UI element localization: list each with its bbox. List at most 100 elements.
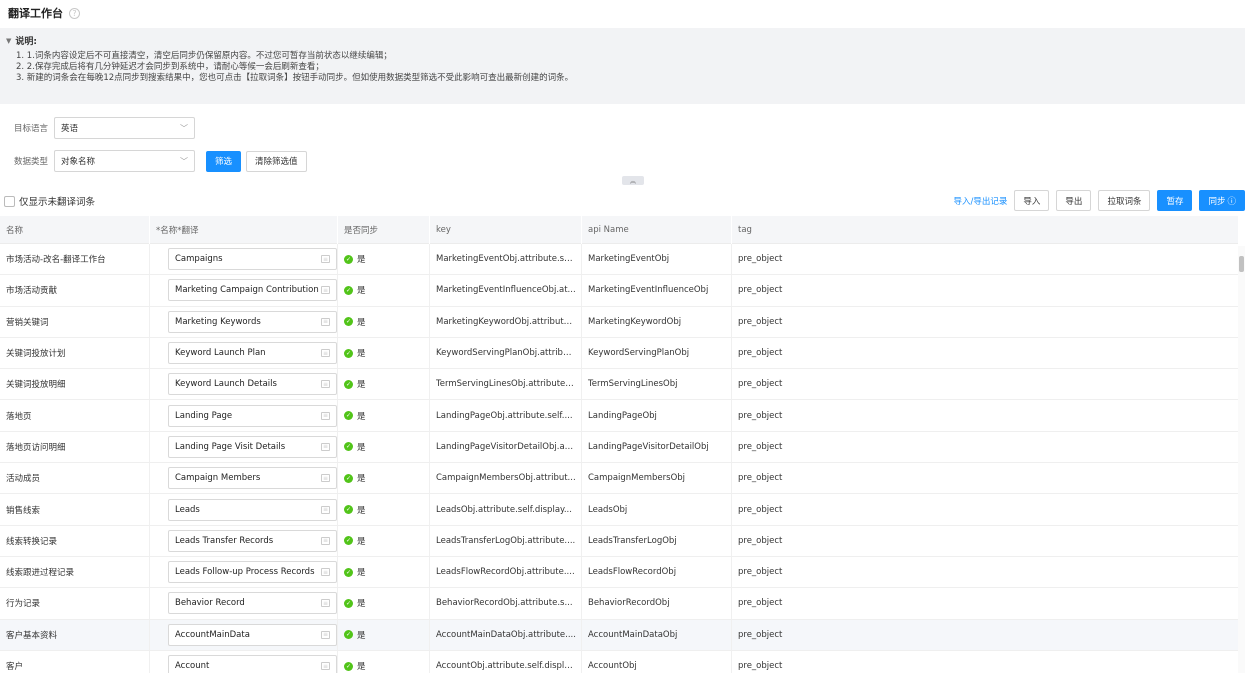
cell-translation: Account ≡ bbox=[150, 650, 338, 673]
sync-status: 是 bbox=[357, 474, 366, 485]
untranslated-checkbox[interactable] bbox=[4, 195, 15, 207]
cell-api-name: LandingPageVisitorDetailObj bbox=[582, 431, 732, 463]
data-type-row: 数据类型 对象名称 ﹀ 筛选 清除筛选值 bbox=[0, 150, 307, 172]
edit-icon[interactable]: ≡ bbox=[321, 630, 330, 639]
translation-input[interactable]: Marketing Keywords ≡ bbox=[168, 310, 337, 333]
edit-icon[interactable]: ≡ bbox=[321, 442, 330, 451]
edit-icon[interactable]: ≡ bbox=[321, 662, 330, 670]
key-text: LandingPageVisitorDetailObj.at... bbox=[436, 441, 576, 452]
cell-name: 活动成员 bbox=[0, 463, 150, 494]
translation-input[interactable]: Marketing Campaign Contribution ≡ bbox=[168, 279, 337, 302]
cell-api-name: MarketingEventObj bbox=[582, 244, 732, 275]
edit-icon[interactable]: ≡ bbox=[321, 317, 330, 326]
sync-status: 是 bbox=[357, 380, 366, 391]
cell-api-name: AccountObj bbox=[582, 650, 732, 673]
vertical-scrollbar[interactable] bbox=[1238, 246, 1245, 673]
check-circle-icon: ✓ bbox=[344, 505, 353, 515]
edit-icon[interactable]: ≡ bbox=[321, 411, 330, 420]
translation-input[interactable]: Leads Follow-up Process Records ≡ bbox=[168, 561, 337, 584]
cell-translation: Leads ≡ bbox=[150, 494, 338, 525]
chevron-down-icon: ﹀ bbox=[180, 123, 188, 133]
translation-input[interactable]: Landing Page ≡ bbox=[168, 404, 337, 427]
table-row: 线索转换记录 Leads Transfer Records ≡ ✓ 是 LeadsTran… bbox=[0, 525, 1238, 557]
translation-input[interactable]: Leads ≡ bbox=[168, 498, 337, 521]
cell-sync: ✓ 是 bbox=[338, 244, 430, 275]
check-circle-icon: ✓ bbox=[344, 348, 353, 358]
edit-icon[interactable]: ≡ bbox=[321, 286, 330, 295]
edit-icon[interactable]: ≡ bbox=[321, 349, 330, 358]
translation-input[interactable]: Keyword Launch Details ≡ bbox=[168, 373, 337, 396]
cell-name: 市场活动-改名-翻译工作台 bbox=[0, 244, 150, 275]
save-draft-button[interactable]: 暂存 bbox=[1157, 190, 1193, 211]
cell-name: 客户 bbox=[0, 650, 150, 673]
translation-input[interactable]: Campaign Members ≡ bbox=[168, 467, 337, 490]
clear-filter-button[interactable]: 清除筛选值 bbox=[246, 150, 307, 172]
check-circle-icon: ✓ bbox=[344, 661, 353, 671]
scroll-thumb[interactable] bbox=[1239, 256, 1244, 272]
sync-button[interactable]: 同步 ⓘ bbox=[1199, 190, 1245, 211]
edit-icon[interactable]: ≡ bbox=[321, 380, 330, 389]
key-text: LandingPageObj.attribute.self.... bbox=[436, 410, 573, 421]
translation-input[interactable]: Campaigns ≡ bbox=[168, 248, 337, 271]
cell-tag: pre_object bbox=[738, 348, 783, 359]
cell-translation: Behavior Record ≡ bbox=[150, 588, 338, 619]
key-text: BehaviorRecordObj.attribute.s... bbox=[436, 598, 573, 609]
cell-translation: Landing Page ≡ bbox=[150, 400, 338, 431]
caret-down-icon: ▼ bbox=[6, 36, 12, 45]
translation-input[interactable]: Leads Transfer Records ≡ bbox=[168, 529, 337, 552]
translation-value: Keyword Launch Plan bbox=[175, 348, 266, 359]
edit-icon[interactable]: ≡ bbox=[321, 599, 330, 608]
cell-api-name: LeadsTransferLogObj bbox=[582, 525, 732, 556]
sync-status: 是 bbox=[357, 442, 366, 453]
translation-value: Landing Page bbox=[175, 410, 233, 421]
import-button[interactable]: 导入 bbox=[1014, 190, 1050, 211]
edit-icon[interactable]: ≡ bbox=[321, 505, 330, 514]
cell-sync: ✓ 是 bbox=[338, 337, 430, 369]
io-records-link[interactable]: 导入/导出记录 bbox=[954, 195, 1008, 207]
key-text: CampaignMembersObj.attribut... bbox=[436, 473, 576, 484]
cell-tag: pre_object bbox=[738, 629, 783, 640]
translation-input[interactable]: Behavior Record ≡ bbox=[168, 592, 337, 615]
translation-input[interactable]: Account ≡ bbox=[168, 655, 337, 673]
translation-input[interactable]: AccountMainData ≡ bbox=[168, 623, 337, 646]
notes-line: 3. 新建的词条会在每晚12点同步到搜索结果中，您也可点击【拉取词条】按钮手动同… bbox=[16, 73, 574, 83]
filter-button[interactable]: 筛选 bbox=[206, 150, 242, 172]
translation-value: Leads Transfer Records bbox=[175, 535, 274, 546]
pull-terms-button[interactable]: 拉取词条 bbox=[1098, 190, 1151, 211]
cell-key: AccountMainDataObj.attribute.... bbox=[430, 619, 582, 650]
translation-input[interactable]: Keyword Launch Plan ≡ bbox=[168, 342, 337, 365]
export-button[interactable]: 导出 bbox=[1056, 190, 1092, 211]
sync-status: 是 bbox=[357, 286, 366, 297]
collapse-up-icon[interactable]: ︽ bbox=[622, 176, 644, 185]
help-icon[interactable]: ? bbox=[69, 7, 80, 19]
target-lang-select[interactable]: 英语 ﹀ bbox=[54, 117, 195, 139]
data-type-select[interactable]: 对象名称 ﹀ bbox=[54, 150, 195, 172]
cell-sync: ✓ 是 bbox=[338, 400, 430, 431]
cell-sync: ✓ 是 bbox=[338, 306, 430, 337]
translation-input[interactable]: Landing Page Visit Details ≡ bbox=[168, 435, 337, 458]
key-text: MarketingEventObj.attribute.se... bbox=[436, 254, 576, 265]
table-row: 活动成员 Campaign Members ≡ ✓ 是 CampaignMembersOb… bbox=[0, 463, 1238, 495]
sync-status: 是 bbox=[357, 599, 366, 610]
cell-translation: Campaign Members ≡ bbox=[150, 463, 338, 494]
cell-api-name: TermServingLinesObj bbox=[582, 369, 732, 400]
check-circle-icon: ✓ bbox=[344, 473, 353, 483]
edit-icon[interactable]: ≡ bbox=[321, 474, 330, 483]
edit-icon[interactable]: ≡ bbox=[321, 536, 330, 545]
col-header-sync: 是否同步 bbox=[338, 215, 430, 244]
table-row: 营销关键词 Marketing Keywords ≡ ✓ 是 MarketingKeywo… bbox=[0, 306, 1238, 338]
cell-api-name: MarketingEventInfluenceObj bbox=[582, 275, 732, 306]
translation-value: AccountMainData bbox=[175, 629, 250, 640]
cell-api-name: AccountMainDataObj bbox=[582, 619, 732, 650]
key-text: MarketingKeywordObj.attribute... bbox=[436, 316, 576, 327]
untranslated-label[interactable]: 仅显示未翻译词条 bbox=[19, 194, 95, 208]
cell-key: LandingPageVisitorDetailObj.at... bbox=[430, 431, 582, 463]
edit-icon[interactable]: ≡ bbox=[321, 255, 330, 264]
notes-toggle[interactable]: ▼ 说明: bbox=[6, 34, 1239, 48]
cell-name: 销售线索 bbox=[0, 494, 150, 525]
edit-icon[interactable]: ≡ bbox=[321, 568, 330, 577]
sync-status: 是 bbox=[357, 630, 366, 641]
cell-tag: pre_object bbox=[738, 254, 783, 265]
cell-translation: Landing Page Visit Details ≡ bbox=[150, 431, 338, 463]
check-circle-icon: ✓ bbox=[344, 285, 353, 295]
